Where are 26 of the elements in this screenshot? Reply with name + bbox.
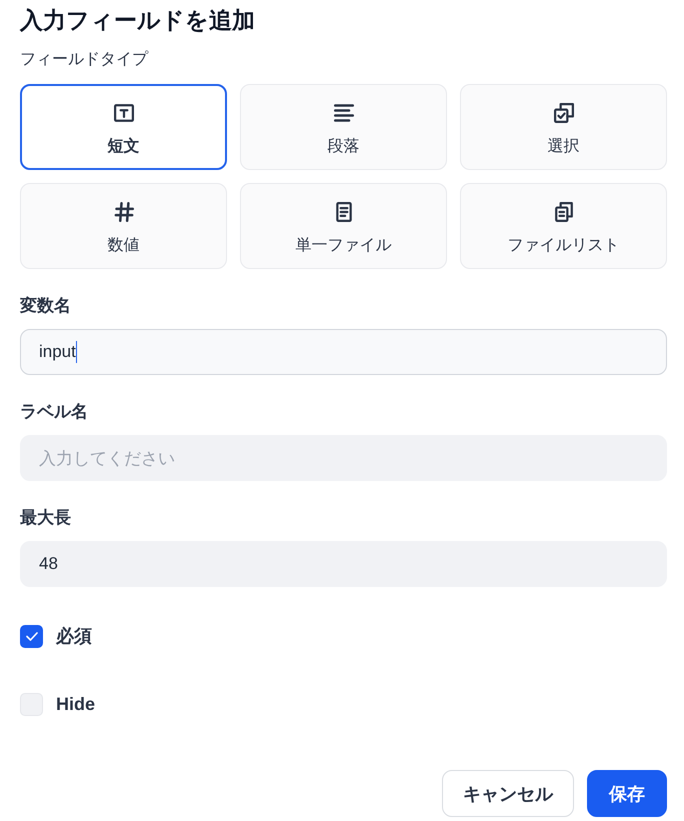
cancel-button[interactable]: キャンセル — [442, 770, 574, 817]
field-label: ラベル名 — [20, 401, 89, 423]
field-type-option[interactable]: 段落 — [240, 84, 447, 170]
field-type-option[interactable]: 短文 — [20, 84, 227, 170]
save-button[interactable]: 保存 — [587, 770, 667, 817]
check-icon — [26, 632, 38, 640]
field-label: 最大長 — [20, 507, 72, 529]
checkbox-label: 必須 — [56, 625, 92, 648]
section-label: フィールドタイプ — [20, 50, 150, 70]
variable-name-field[interactable]: input — [20, 329, 667, 375]
field-type-option[interactable]: ファイルリスト — [460, 183, 667, 269]
field-type-option[interactable]: 単一ファイル — [240, 183, 447, 269]
hash-icon — [114, 202, 134, 222]
document-icon — [334, 202, 354, 222]
max-length-field[interactable]: 48 — [20, 541, 667, 587]
field-type-option[interactable]: 数値 — [20, 183, 227, 269]
documents-icon — [554, 202, 574, 222]
checkbox[interactable] — [20, 624, 43, 648]
checked-squares-icon — [554, 103, 574, 123]
dialog-title: 入力フィールドを追加 — [20, 6, 256, 34]
lines-icon — [334, 103, 354, 123]
checkbox-label: Hide — [56, 693, 96, 716]
field-label: 変数名 — [20, 295, 72, 317]
field-type-option[interactable]: 選択 — [460, 84, 667, 170]
text-cursor — [76, 341, 77, 363]
text-box-icon — [114, 103, 134, 123]
